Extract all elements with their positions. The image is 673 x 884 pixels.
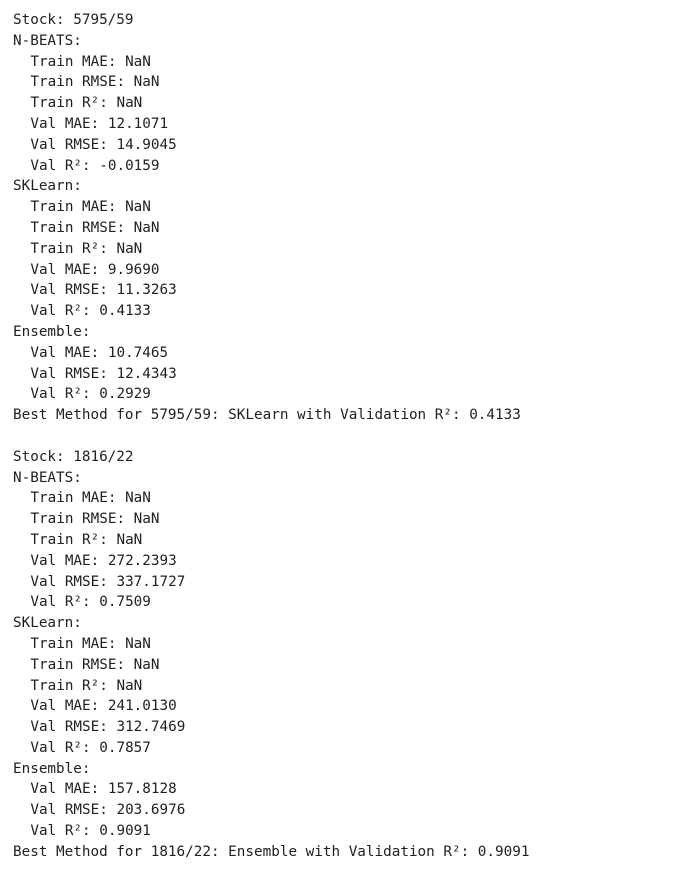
best-method-line: Best Method for 1816/22: Ensemble with V… bbox=[13, 843, 530, 860]
metric-line: Val RMSE: 203.6976 bbox=[30, 802, 186, 819]
stock-header-line: Stock: 1816/22 bbox=[13, 448, 134, 465]
metric-line: Val R²: 0.4133 bbox=[30, 303, 151, 320]
metric-line: Val R²: -0.0159 bbox=[30, 157, 160, 174]
metric-line: Val RMSE: 11.3263 bbox=[30, 282, 177, 299]
metric-line: Train MAE: NaN bbox=[30, 635, 151, 652]
model-header-line: SKLearn: bbox=[13, 178, 82, 195]
metric-line: Train R²: NaN bbox=[30, 677, 143, 694]
metric-line: Val R²: 0.7509 bbox=[30, 594, 151, 611]
metric-line: Train R²: NaN bbox=[30, 240, 143, 257]
metric-line: Train RMSE: NaN bbox=[30, 219, 160, 236]
metric-line: Val RMSE: 312.7469 bbox=[30, 719, 186, 736]
stock-result-block: Stock: 5795/59 N-BEATS: Train MAE: NaN Trai… bbox=[13, 10, 529, 426]
model-header-line: Ensemble: bbox=[13, 323, 91, 340]
metric-line: Train R²: NaN bbox=[30, 531, 143, 548]
model-header-line: SKLearn: bbox=[13, 615, 82, 632]
stock-header-line: Stock: 5795/59 bbox=[13, 12, 134, 28]
model-header-line: Ensemble: bbox=[13, 760, 91, 777]
metric-line: Val MAE: 12.1071 bbox=[30, 115, 169, 132]
metric-line: Train RMSE: NaN bbox=[30, 74, 160, 91]
metric-line: Train RMSE: NaN bbox=[30, 511, 160, 528]
metric-line: Val RMSE: 14.9045 bbox=[30, 136, 177, 153]
metric-line: Train MAE: NaN bbox=[30, 199, 151, 216]
metric-line: Val MAE: 10.7465 bbox=[30, 344, 169, 361]
metric-line: Val MAE: 157.8128 bbox=[30, 781, 177, 798]
metric-line: Train RMSE: NaN bbox=[30, 656, 160, 673]
model-header-line: N-BEATS: bbox=[13, 469, 82, 486]
metric-line: Val R²: 0.7857 bbox=[30, 739, 151, 756]
metric-line: Val MAE: 9.9690 bbox=[30, 261, 160, 278]
metric-line: Train MAE: NaN bbox=[30, 490, 151, 507]
metric-line: Train MAE: NaN bbox=[30, 53, 151, 70]
metric-line: Train R²: NaN bbox=[30, 95, 143, 112]
metric-line: Val MAE: 272.2393 bbox=[30, 552, 177, 569]
metric-line: Val MAE: 241.0130 bbox=[30, 698, 177, 715]
metric-line: Val R²: 0.9091 bbox=[30, 823, 151, 840]
model-header-line: N-BEATS: bbox=[13, 32, 82, 49]
metric-line: Val RMSE: 12.4343 bbox=[30, 365, 177, 382]
best-method-line: Best Method for 5795/59: SKLearn with Va… bbox=[13, 407, 521, 424]
metric-line: Val R²: 0.2929 bbox=[30, 386, 151, 403]
cell-output: Stock: 5795/59 N-BEATS: Train MAE: NaN Trai… bbox=[13, 10, 529, 863]
stock-result-block: Stock: 1816/22 N-BEATS: Train MAE: NaN Trai… bbox=[13, 447, 529, 863]
metric-line: Val RMSE: 337.1727 bbox=[30, 573, 186, 590]
